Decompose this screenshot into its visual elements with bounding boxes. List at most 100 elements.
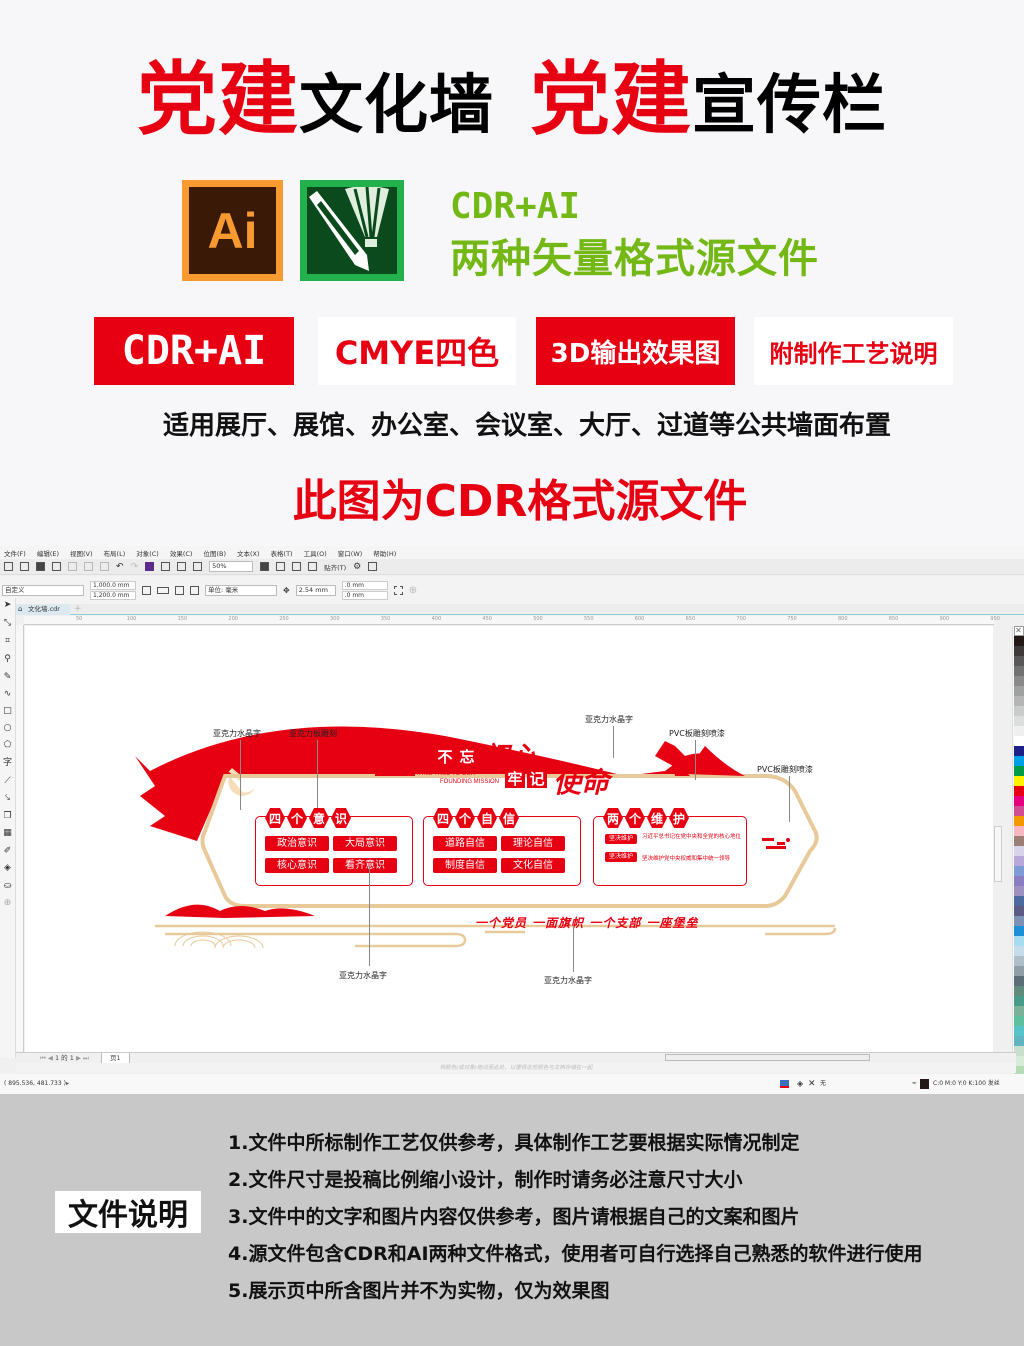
full-screen-icon[interactable] (260, 562, 270, 571)
snap-to-menu[interactable]: 贴齐(T) (324, 562, 346, 572)
color-swatch[interactable] (1013, 746, 1024, 756)
landscape-icon[interactable] (157, 586, 169, 594)
color-swatch[interactable] (1013, 796, 1024, 806)
color-swatch[interactable] (1013, 946, 1024, 956)
menu-view[interactable]: 视图(V) (70, 548, 93, 558)
menu-object[interactable]: 对象(C) (136, 548, 159, 558)
publish-pdf-icon[interactable] (193, 562, 203, 571)
open-folder-icon[interactable] (20, 562, 29, 571)
nudge-distance-input[interactable]: 2.54 mm (295, 584, 336, 596)
color-swatch[interactable] (1013, 706, 1024, 716)
print-icon[interactable] (52, 562, 61, 571)
duplicate-y-input[interactable]: .0 mm (341, 590, 388, 600)
undo-icon[interactable]: ↶ (116, 562, 124, 572)
smart-fill-icon[interactable]: ⛀ (2, 881, 13, 892)
color-swatch[interactable] (1013, 956, 1024, 966)
save-icon[interactable] (36, 562, 45, 571)
menu-bitmaps[interactable]: 位图(B) (203, 548, 226, 558)
eyedropper-icon[interactable]: ✐ (2, 846, 13, 857)
transparency-tool-icon[interactable]: ▦ (2, 828, 13, 839)
search-content-icon[interactable] (145, 562, 155, 571)
horizontal-scrollbar[interactable] (665, 1054, 870, 1061)
freehand-tool-icon[interactable]: ✎ (2, 672, 13, 683)
menu-layout[interactable]: 布局(L) (104, 548, 126, 558)
color-swatch[interactable] (1013, 1006, 1024, 1016)
color-swatch[interactable] (1013, 756, 1024, 766)
color-swatch[interactable] (1013, 1036, 1024, 1046)
options-gear-icon[interactable]: ⚙ (353, 562, 361, 572)
color-swatch[interactable] (1013, 716, 1024, 726)
dimension-tool-icon[interactable]: ⟋ (2, 776, 13, 787)
horizontal-ruler[interactable]: 50 100 150 200 250 300 350 400 450 500 550 600 650 70… (24, 616, 1000, 625)
color-swatch[interactable] (1013, 906, 1024, 916)
no-color-swatch[interactable]: ✕ (1013, 626, 1024, 636)
outline-pen-icon[interactable]: ✒ (912, 1074, 917, 1094)
show-guidelines-icon[interactable] (308, 562, 318, 571)
color-swatch[interactable] (1013, 896, 1024, 906)
new-tab-button[interactable]: + (74, 604, 82, 615)
color-swatch[interactable] (1013, 966, 1024, 976)
color-proof-icon[interactable] (780, 1080, 789, 1088)
color-swatch[interactable] (1013, 1016, 1024, 1026)
document-tab[interactable]: ⌂ 文化墙.cdr (16, 604, 70, 615)
menu-table[interactable]: 表格(T) (271, 548, 293, 558)
color-swatch[interactable] (1013, 736, 1024, 746)
page-nav-arrows-icon[interactable]: ⏮ ◀ (40, 1054, 55, 1062)
redo-icon[interactable]: ↷ (131, 562, 139, 572)
color-swatch[interactable] (1013, 686, 1024, 696)
page-size-select[interactable]: 自定义 (2, 584, 84, 596)
show-rulers-icon[interactable] (276, 562, 286, 571)
color-swatch[interactable] (1013, 646, 1024, 656)
zoom-tool-icon[interactable]: ⚲ (2, 654, 13, 665)
vertical-ruler[interactable] (16, 625, 24, 1055)
color-swatch[interactable] (1013, 986, 1024, 996)
page-width-input[interactable]: 1,000.0 mm (90, 580, 136, 590)
color-swatch[interactable] (1013, 1026, 1024, 1036)
ellipse-tool-icon[interactable]: ○ (2, 723, 13, 734)
menu-window[interactable]: 窗口(W) (338, 548, 363, 558)
color-swatch[interactable] (1013, 846, 1024, 856)
color-swatch[interactable] (1013, 676, 1024, 686)
page-height-input[interactable]: 1,200.0 mm (90, 590, 136, 600)
color-swatch[interactable] (1013, 806, 1024, 816)
pick-tool-icon[interactable]: ➤ (2, 600, 13, 611)
drawing-canvas[interactable]: 不 忘 初心 牢 记 使命 STAYING TRUE TO OUR FOUNDI… (25, 626, 993, 1054)
crop-tool-icon[interactable]: ⌗ (2, 636, 13, 647)
export-icon[interactable] (177, 562, 187, 571)
application-launcher-icon[interactable] (368, 562, 378, 571)
color-swatch[interactable] (1013, 636, 1024, 646)
polygon-tool-icon[interactable]: ⬠ (2, 740, 13, 751)
add-icon[interactable]: ⊕ (409, 585, 417, 596)
fill-bucket-icon[interactable]: ◈ (797, 1074, 803, 1094)
color-swatch[interactable] (1013, 656, 1024, 666)
page-border-icon[interactable] (393, 585, 403, 595)
drop-shadow-icon[interactable]: ❐ (2, 811, 13, 822)
menu-edit[interactable]: 编辑(E) (37, 548, 59, 558)
menu-help[interactable]: 帮助(H) (373, 548, 396, 558)
color-swatch[interactable] (1013, 726, 1024, 736)
page-nav-forward-icon[interactable]: ▶ ⏭ (74, 1054, 89, 1062)
paste-icon[interactable] (100, 562, 109, 571)
cut-icon[interactable] (68, 562, 77, 571)
duplicate-x-input[interactable]: .0 mm (341, 580, 388, 590)
import-icon[interactable] (161, 562, 171, 571)
vertical-scroll-thumb[interactable] (994, 826, 1002, 882)
interactive-fill-icon[interactable]: ◈ (2, 863, 13, 874)
shape-tool-icon[interactable]: ⤡ (2, 618, 13, 629)
color-swatch[interactable] (1013, 996, 1024, 1006)
color-swatch[interactable] (1013, 916, 1024, 926)
color-swatch[interactable] (1013, 876, 1024, 886)
color-swatch[interactable] (1013, 886, 1024, 896)
units-select[interactable]: 单位: 毫米 (205, 584, 277, 596)
color-swatch[interactable] (1013, 666, 1024, 676)
menu-effects[interactable]: 效果(C) (170, 548, 193, 558)
zoom-level-select[interactable]: 50% (209, 561, 254, 572)
outline-color-swatch[interactable] (920, 1079, 929, 1089)
menu-tools[interactable]: 工具(O) (304, 548, 327, 558)
color-swatch[interactable] (1013, 786, 1024, 796)
connector-tool-icon[interactable]: ⤥ (2, 793, 13, 804)
show-grid-icon[interactable] (292, 562, 302, 571)
new-document-icon[interactable] (4, 562, 13, 571)
color-swatch[interactable] (1013, 776, 1024, 786)
vertical-scrollbar[interactable] (993, 626, 1003, 1054)
